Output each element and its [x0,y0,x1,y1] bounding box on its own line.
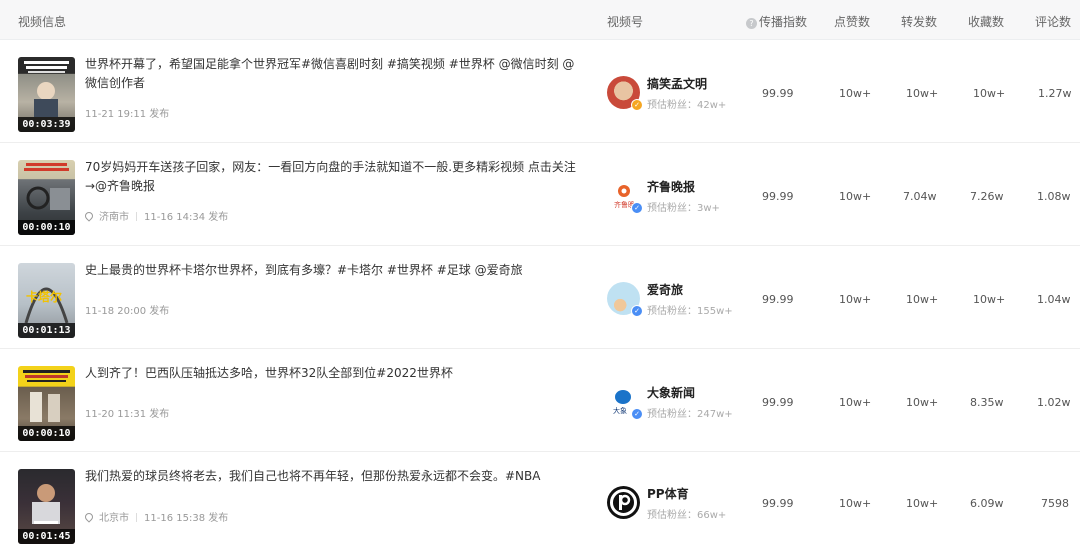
video-duration: 00:00:10 [18,426,75,441]
video-title[interactable]: 人到齐了！巴西队压轴抵达多哈，世界杯32队全部到位#2022世界杯 [85,364,585,383]
header-video-info: 视频信息 [18,15,67,29]
help-icon[interactable]: ? [746,18,757,29]
video-thumbnail[interactable]: 卡塔尔 00:01:13 [18,263,75,338]
spread-index-value: 99.99 [762,293,794,306]
account-name[interactable]: PP体育 [647,485,689,502]
shares-value: 7.04w [903,190,937,203]
video-meta: 11-21 19:11 发布 [85,105,169,120]
verified-icon: ✓ [631,99,643,111]
header-spread-index[interactable]: ? 传播指数 [746,13,807,30]
thumbnail-image: 卡塔尔 [24,287,69,323]
estimated-fans: 预估粉丝：66w+ [647,510,727,521]
video-duration: 00:03:39 [18,117,75,132]
header-shares[interactable]: 转发数 [901,13,937,30]
divider [136,513,137,522]
video-thumbnail[interactable]: 00:01:45 [18,469,75,544]
publish-time: 11-16 14:34 发布 [144,212,229,223]
video-thumbnail[interactable]: 00:00:10 [18,366,75,441]
shares-value: 10w+ [906,293,939,306]
avatar[interactable]: 齐鲁晚 ✓ [607,179,643,214]
thumbnail-image [24,61,69,117]
video-ranking-table: 视频信息 视频号 ? 传播指数 点赞数 转发数 收藏数 评论数 00:03:39 … [0,0,1080,548]
comments-value: 1.27w [1038,87,1072,100]
divider [136,212,137,221]
publish-time: 11-18 20:00 发布 [85,306,170,317]
likes-value: 10w+ [839,293,872,306]
location: 北京市 [99,513,129,524]
comments-value: 1.02w [1037,396,1071,409]
video-thumbnail[interactable]: 00:00:10 [18,160,75,235]
verified-icon: ✓ [631,408,643,420]
svg-text:卡塔尔: 卡塔尔 [26,289,62,304]
estimated-fans: 预估粉丝：42w+ [647,100,727,111]
likes-value: 10w+ [839,190,872,203]
estimated-fans: 预估粉丝：247w+ [647,409,733,420]
verified-icon: ✓ [631,305,643,317]
video-title[interactable]: 我们热爱的球员终将老去，我们自己也将不再年轻，但那份热爱永远都不会变。#NBA [85,467,585,486]
pp-sports-logo-icon [610,489,637,516]
location-pin-icon [83,210,95,222]
favorites-value: 6.09w [970,497,1004,510]
video-title[interactable]: 史上最贵的世界杯卡塔尔世界杯，到底有多壕？#卡塔尔 #世界杯 #足球 @爱奇旅 [85,261,585,280]
likes-value: 10w+ [839,87,872,100]
header-channel: 视频号 [607,15,644,29]
video-meta: 11-20 11:31 发布 [85,405,169,420]
table-row[interactable]: 00:03:39 世界杯开幕了，希望国足能拿个世界冠军#微信喜剧时刻 #搞笑视频… [0,41,1080,143]
thumbnail-image [24,163,70,210]
avatar[interactable]: ✓ [607,76,643,111]
video-meta: 济南市 11-16 14:34 发布 [83,208,229,223]
location: 济南市 [99,212,129,223]
favorites-value: 10w+ [973,87,1006,100]
spread-index-value: 99.99 [762,497,794,510]
account-name[interactable]: 搞笑孟文明 [647,75,707,92]
spread-index-value: 99.99 [762,396,794,409]
video-duration: 00:01:13 [18,323,75,338]
publish-time: 11-20 11:31 发布 [85,409,170,420]
table-row[interactable]: 卡塔尔 00:01:13 史上最贵的世界杯卡塔尔世界杯，到底有多壕？#卡塔尔 #… [0,247,1080,349]
favorites-value: 8.35w [970,396,1004,409]
avatar[interactable]: 大象 ✓ [607,385,643,420]
video-duration: 00:00:10 [18,220,75,235]
shares-value: 10w+ [906,87,939,100]
spread-index-value: 99.99 [762,190,794,203]
table-row[interactable]: 00:01:45 我们热爱的球员终将老去，我们自己也将不再年轻，但那份热爱永远都… [0,453,1080,548]
thumbnail-image [23,370,70,422]
video-meta: 北京市 11-16 15:38 发布 [83,509,229,524]
account-name[interactable]: 大象新闻 [647,384,695,401]
likes-value: 10w+ [839,396,872,409]
svg-text:大象: 大象 [613,406,627,415]
publish-time: 11-16 15:38 发布 [144,513,229,524]
comments-value: 1.04w [1037,293,1071,306]
verified-icon: ✓ [631,202,643,214]
video-title[interactable]: 世界杯开幕了，希望国足能拿个世界冠军#微信喜剧时刻 #搞笑视频 #世界杯 @微信… [85,55,585,93]
publish-time: 11-21 19:11 发布 [85,109,170,120]
video-thumbnail[interactable]: 00:03:39 [18,57,75,132]
table-row[interactable]: 00:00:10 70岁妈妈开车送孩子回家，网友：一看回方向盘的手法就知道不一般… [0,144,1080,246]
header-favorites[interactable]: 收藏数 [968,13,1004,30]
header-comments[interactable]: 评论数 [1035,13,1071,30]
shares-value: 10w+ [906,497,939,510]
header-likes[interactable]: 点赞数 [834,13,870,30]
likes-value: 10w+ [839,497,872,510]
header-spread-index-label: 传播指数 [759,15,808,29]
shares-value: 10w+ [906,396,939,409]
comments-value: 1.08w [1037,190,1071,203]
favorites-value: 10w+ [973,293,1006,306]
spread-index-value: 99.99 [762,87,794,100]
video-title[interactable]: 70岁妈妈开车送孩子回家，网友：一看回方向盘的手法就知道不一般.更多精彩视频 点… [85,158,585,196]
table-row[interactable]: 00:00:10 人到齐了！巴西队压轴抵达多哈，世界杯32队全部到位#2022世… [0,350,1080,452]
location-pin-icon [83,511,95,523]
avatar[interactable] [607,486,640,519]
avatar[interactable]: ✓ [607,282,643,317]
thumbnail-image [32,484,60,524]
estimated-fans: 预估粉丝：155w+ [647,306,733,317]
favorites-value: 7.26w [970,190,1004,203]
account-name[interactable]: 齐鲁晚报 [647,178,695,195]
video-duration: 00:01:45 [18,529,75,544]
estimated-fans: 预估粉丝：3w+ [647,203,720,214]
table-header: 视频信息 视频号 ? 传播指数 点赞数 转发数 收藏数 评论数 [0,0,1080,40]
comments-value: 7598 [1041,497,1069,510]
account-name[interactable]: 爱奇旅 [647,281,683,298]
video-meta: 11-18 20:00 发布 [85,302,169,317]
